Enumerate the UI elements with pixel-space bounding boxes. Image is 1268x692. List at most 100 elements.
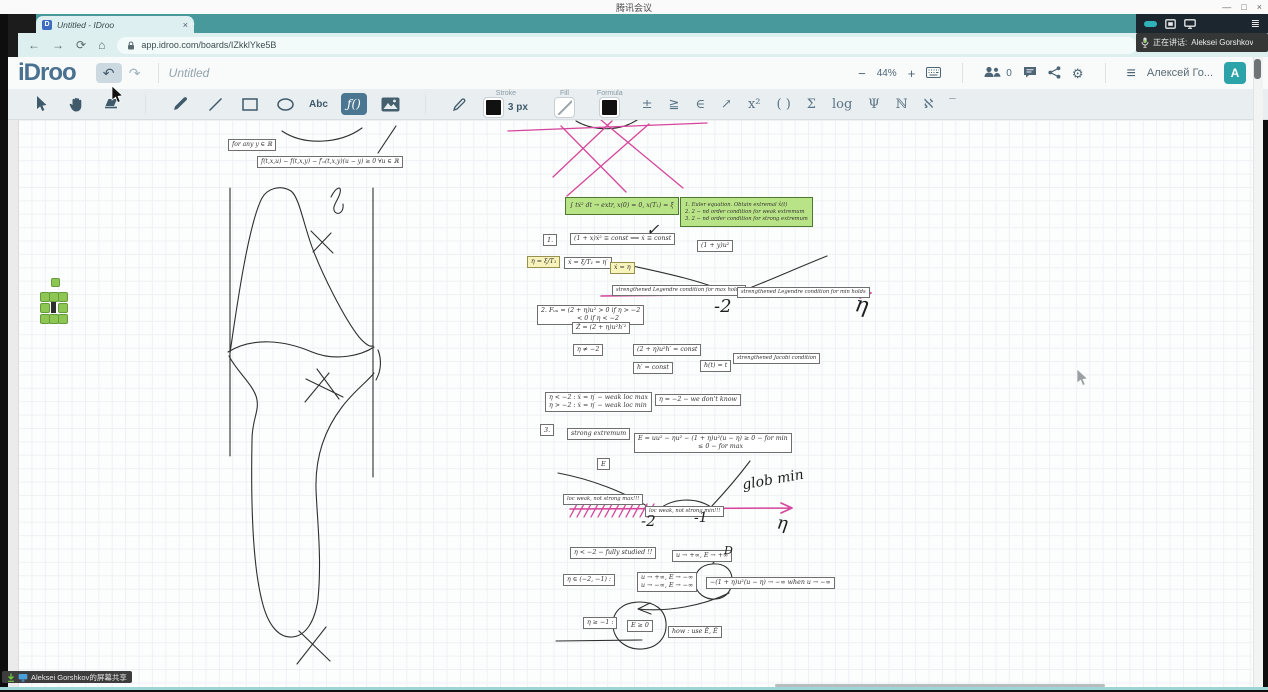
selection-handle[interactable] — [58, 303, 68, 313]
board-note-plan[interactable]: 1. Euler equation. Obtain extremal x̂(t)… — [680, 197, 813, 227]
board-note-jacobi[interactable]: strengthened Jacobi condition — [733, 353, 820, 364]
participants-icon[interactable] — [984, 66, 1001, 80]
line-tool[interactable] — [204, 93, 226, 115]
selection-rotate-handle[interactable] — [51, 278, 60, 287]
board-note-legendre-max[interactable]: strengthened Legendre condition for max … — [612, 285, 746, 296]
symbol-button[interactable]: ∈ — [695, 97, 705, 112]
board-note-h-t[interactable]: h(t) = t — [700, 360, 731, 372]
board-note-for-any-y[interactable]: for any y ∈ ℝ — [228, 139, 276, 151]
stylus-color-tool[interactable] — [449, 93, 471, 115]
board-note-step3[interactable]: 3. — [540, 424, 554, 436]
board-note-h-const[interactable]: h′ = const — [633, 362, 673, 374]
chat-icon[interactable] — [1023, 66, 1037, 80]
symbol-button[interactable]: ± — [642, 97, 653, 112]
board-note-convexity[interactable]: f(t,x,u) − f(t,x,y) − f′ᵤ(t,x,y)(u − y) … — [257, 156, 403, 168]
fill-color-swatch[interactable] — [555, 98, 574, 117]
selected-object[interactable] — [51, 302, 56, 313]
board-note-e-small[interactable]: E — [597, 458, 610, 470]
avatar[interactable]: A — [1224, 62, 1246, 84]
board-note-strong[interactable]: strong extremum — [567, 428, 630, 440]
eraser-tool[interactable] — [100, 93, 122, 115]
vertical-scrollbar-thumb[interactable] — [1254, 59, 1261, 79]
selection-handle[interactable] — [58, 292, 68, 302]
board-note-jacobi-eq[interactable]: (2 + η)u²h′ = const — [633, 344, 701, 356]
ellipse-tool[interactable] — [274, 93, 296, 115]
vertical-scrollbar-track[interactable] — [1253, 57, 1263, 687]
undo-button[interactable]: ↶ — [96, 63, 122, 83]
board-note-e-minus[interactable]: u → +∞, E → −∞u → −∞, E → −∞ — [637, 572, 697, 592]
symbol-button[interactable]: ( ) — [777, 97, 791, 112]
share-icon[interactable] — [1048, 66, 1061, 81]
symbol-button[interactable]: ‾ — [949, 97, 956, 112]
handwriting-minus2-top[interactable]: -2 — [714, 296, 732, 317]
rectangle-tool[interactable] — [239, 93, 261, 115]
user-name[interactable]: Алексей Го... — [1147, 67, 1213, 79]
board-note-cubic-term[interactable]: −(1 + η)u²(u − η) → −∞ when u → −∞ — [706, 577, 835, 589]
monitor-icon[interactable] — [1184, 19, 1196, 29]
zoom-level[interactable]: 44% — [877, 68, 897, 79]
symbol-button[interactable]: Ψ — [868, 97, 879, 112]
symbol-button[interactable]: Σ — [807, 97, 816, 112]
selection-handle[interactable] — [40, 303, 50, 313]
formula-tool-active[interactable]: ƒ() — [341, 93, 367, 115]
handwriting-minus2-low[interactable]: -2 — [641, 512, 656, 530]
home-icon[interactable]: ⌂ — [98, 39, 105, 51]
symbol-button[interactable]: ℕ — [896, 97, 908, 112]
board-note-integrand[interactable]: (1 + y)u² — [697, 240, 733, 252]
select-tool[interactable] — [30, 93, 52, 115]
main-menu-icon[interactable]: ≡ — [1127, 67, 1136, 80]
zoom-out-button[interactable]: − — [858, 67, 866, 80]
window-minimize-button[interactable]: — — [1222, 2, 1231, 12]
stroke-width-value[interactable]: 3 px — [508, 102, 528, 113]
symbol-button[interactable]: ↗ — [721, 97, 732, 112]
handwriting-check[interactable]: ✓ — [646, 220, 659, 239]
pan-hand-tool[interactable] — [65, 93, 87, 115]
board-note-xdot-eta[interactable]: ẋ = η — [610, 262, 635, 274]
board-note-loc-max[interactable]: loc weak, not strong max!!! — [563, 494, 643, 505]
board-note-e-ge-0[interactable]: E ≥ 0 — [627, 620, 653, 632]
symbol-button[interactable]: log — [832, 97, 852, 112]
forward-icon[interactable]: → — [52, 39, 64, 51]
symbol-button[interactable]: ℵ — [924, 97, 934, 112]
handwriting-d-label[interactable]: D — [724, 544, 733, 557]
browser-tab[interactable]: D Untitled - IDroo × — [36, 16, 194, 33]
window-maximize-button[interactable]: □ — [1241, 2, 1246, 12]
board-note-eta-ge[interactable]: η ≥ −1 : — [583, 617, 617, 629]
new-tab-button[interactable]: + — [188, 18, 195, 30]
board-note-eta-def[interactable]: η = ξ∕T₁ — [527, 256, 560, 268]
board-note-xdot[interactable]: ẋ = ξ∕T₁ = η′ — [564, 257, 612, 269]
text-tool[interactable]: Abc — [309, 93, 328, 115]
window-close-button[interactable]: × — [1257, 2, 1262, 12]
board-note-weierstrass[interactable]: E = uu² − ηu² − (1 + η)u²(u − η) ≥ 0 − f… — [634, 433, 792, 453]
stroke-color-swatch[interactable] — [484, 98, 503, 117]
pencil-tool[interactable] — [169, 93, 191, 115]
redo-button[interactable]: ↷ — [122, 63, 148, 83]
symbol-button[interactable]: ≧ — [669, 97, 680, 112]
selection-handle[interactable] — [58, 314, 68, 324]
address-bar[interactable]: app.idroo.com/boards/IZkklYke5B — [117, 37, 1137, 54]
board-note-legendre-min[interactable]: strengthened Legendre condition for min … — [737, 287, 870, 298]
board-note-eta-range[interactable]: η ∈ (−2, −1) : — [563, 574, 615, 586]
back-icon[interactable]: ← — [28, 39, 40, 51]
board-note-loc-min[interactable]: loc weak, not strong min!!! — [645, 506, 724, 517]
idroo-logo[interactable]: iDroo — [18, 59, 76, 87]
board-note-euler[interactable]: (1 + x)ẋ² ≡ const ⟹ ẋ ≡ const — [570, 233, 675, 245]
overlay-menu-icon[interactable]: ≣ — [1251, 17, 1260, 30]
board-note-problem[interactable]: ∫ tẋ² dt → extr, x(0) = 0, x(T₁) = ξ — [565, 197, 679, 215]
reload-icon[interactable]: ⟳ — [76, 39, 86, 51]
board-note-dont-know[interactable]: η = −2 − we don't know — [655, 394, 741, 406]
board-note-how[interactable]: how : use Ē, Ê — [668, 626, 722, 638]
board-note-z-eq[interactable]: Ẑ = (2 + η)u²h′² — [572, 322, 630, 334]
keyboard-icon[interactable] — [926, 67, 941, 80]
board-note-step1[interactable]: 1. — [543, 234, 557, 246]
board-note-weak-cases[interactable]: η < −2 : ẋ = η′ − weak loc maxη > −2 : ẋ… — [545, 392, 652, 412]
board-note-fully-studied[interactable]: η < −2 − fully studied !! — [570, 547, 656, 559]
board-title[interactable]: Untitled — [169, 66, 210, 80]
formula-color-swatch[interactable] — [600, 98, 619, 117]
image-tool[interactable] — [380, 93, 402, 115]
symbol-button[interactable]: x² — [748, 97, 761, 112]
zoom-in-button[interactable]: + — [908, 67, 916, 80]
stop-sharing-icon[interactable] — [1165, 19, 1176, 29]
handwriting-minus1-low[interactable]: -1 — [694, 510, 708, 526]
board-note-eta-ne[interactable]: η ≠ −2 — [573, 344, 603, 356]
